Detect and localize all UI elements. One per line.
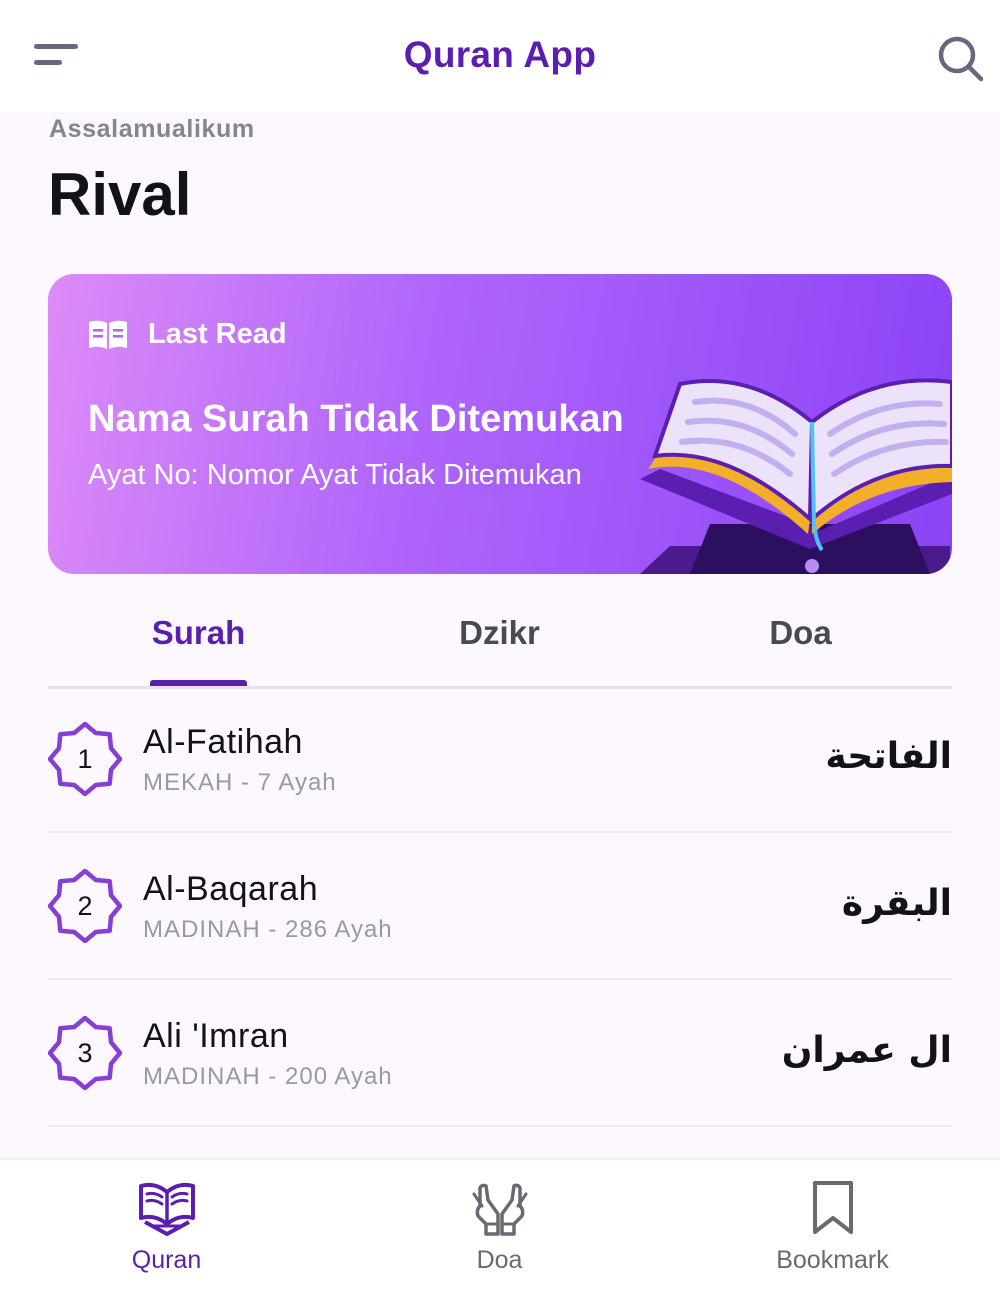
- list-item[interactable]: 2 Al-Baqarah MADINAH - 286 Ayah البقرة: [47, 833, 952, 980]
- surah-info: MADINAH - 200 Ayah: [143, 1063, 393, 1090]
- last-read-card[interactable]: Last Read Nama Surah Tidak Ditemukan Aya…: [48, 274, 952, 574]
- surah-info: MADINAH - 286 Ayah: [143, 916, 393, 943]
- surah-name: Al-Baqarah: [143, 870, 319, 908]
- last-read-surah: Nama Surah Tidak Ditemukan: [88, 398, 624, 440]
- surah-number: 1: [77, 744, 93, 774]
- bookmark-icon: [666, 1180, 999, 1240]
- quran-illustration: [640, 378, 952, 574]
- last-read-label: Last Read: [148, 318, 287, 350]
- list-item[interactable]: 3 Ali 'Imran MADINAH - 200 Ayah ال عمران: [47, 980, 952, 1127]
- surah-number: 2: [77, 891, 93, 921]
- bottom-navigation: Quran Doa Bookmark: [0, 1158, 1000, 1294]
- open-book-icon: [89, 320, 127, 349]
- surah-list: 1 Al-Fatihah MEKAH - 7 Ayah الفاتحة 2 Al…: [47, 686, 952, 1127]
- tab-bar: Surah Dzikr Doa: [48, 596, 952, 689]
- nav-item-quran[interactable]: Quran: [0, 1160, 333, 1294]
- number-badge: 2: [47, 868, 123, 944]
- last-read-ayah: Ayat No: Nomor Ayat Tidak Ditemukan: [88, 459, 582, 491]
- surah-name: Al-Fatihah: [143, 723, 303, 761]
- quran-icon: [0, 1180, 333, 1240]
- app-title: Quran App: [403, 34, 597, 75]
- surah-info: MEKAH - 7 Ayah: [143, 769, 337, 796]
- app-bar: Quran App: [0, 0, 1000, 112]
- surah-name: Ali 'Imran: [143, 1017, 289, 1055]
- number-badge: 1: [47, 721, 123, 797]
- tab-dzikr[interactable]: Dzikr: [349, 614, 650, 652]
- user-name: Rival: [48, 161, 192, 228]
- praying-hands-icon: [333, 1180, 666, 1240]
- greeting-text: Assalamualikum: [49, 115, 255, 143]
- number-badge: 3: [47, 1015, 123, 1091]
- nav-item-doa[interactable]: Doa: [333, 1160, 666, 1294]
- list-item[interactable]: 1 Al-Fatihah MEKAH - 7 Ayah الفاتحة: [47, 686, 952, 833]
- nav-item-bookmark[interactable]: Bookmark: [666, 1160, 999, 1294]
- nav-label-doa: Doa: [476, 1246, 523, 1274]
- tab-surah[interactable]: Surah: [48, 614, 349, 652]
- surah-arabic-name: الفاتحة: [825, 736, 952, 777]
- surah-number: 3: [77, 1038, 93, 1068]
- nav-label-quran: Quran: [131, 1246, 202, 1274]
- surah-arabic-name: ال عمران: [781, 1030, 952, 1071]
- surah-arabic-name: البقرة: [841, 883, 952, 924]
- tab-doa[interactable]: Doa: [650, 614, 951, 652]
- nav-label-bookmark: Bookmark: [776, 1246, 889, 1274]
- search-icon[interactable]: [936, 34, 984, 82]
